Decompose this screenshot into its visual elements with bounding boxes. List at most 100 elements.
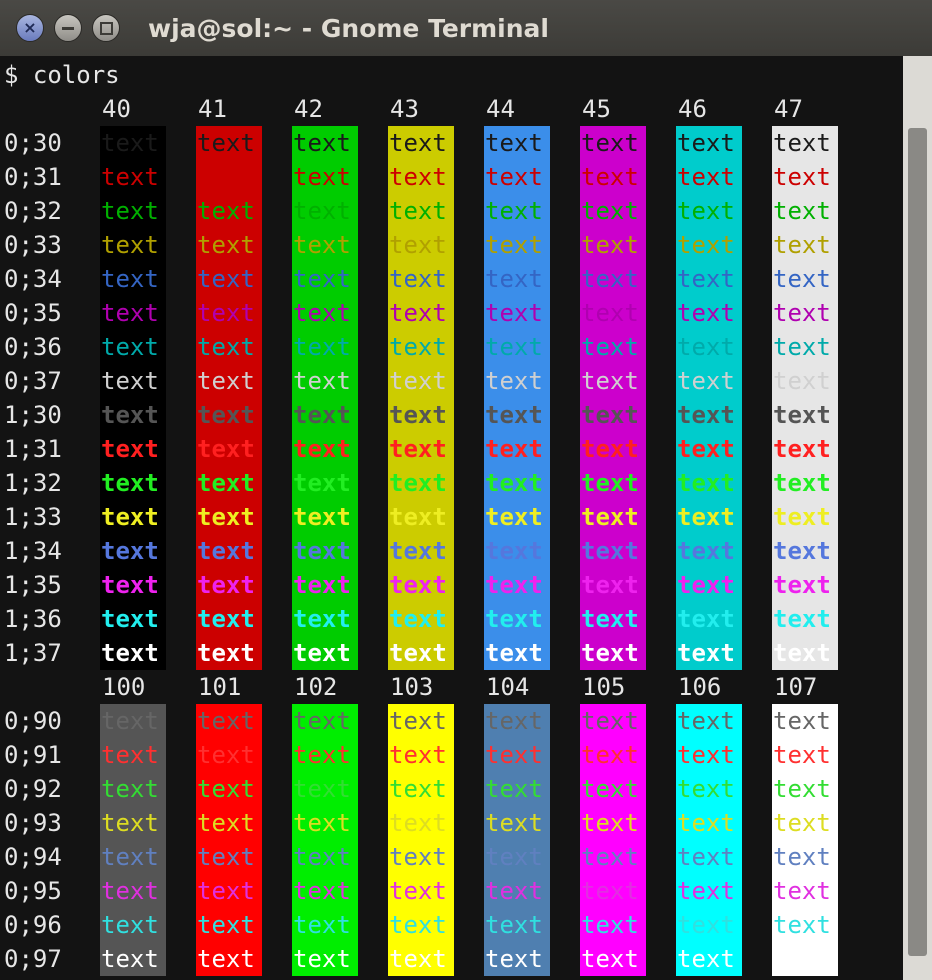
color-sample-cell: text [484, 840, 550, 874]
color-sample-cell: text [772, 738, 838, 772]
color-sample-cell: text [484, 942, 550, 976]
color-sample-cell: text [196, 874, 262, 908]
row-code-label: 0;92 [4, 775, 62, 803]
row-code-label: 1;31 [4, 435, 62, 463]
color-sample-cell: text [772, 126, 838, 160]
row-code-label: 1;30 [4, 401, 62, 429]
color-sample-cell: text [196, 942, 262, 976]
color-sample-cell: text [292, 738, 358, 772]
color-sample-cell: text [484, 738, 550, 772]
maximize-button[interactable] [92, 14, 120, 42]
color-sample-cell: text [100, 262, 166, 296]
color-sample-cell: text [484, 364, 550, 398]
color-row: 1;30 text text text text text text text text [0, 398, 903, 432]
color-sample-cell: text [676, 500, 742, 534]
color-sample-cell: text [676, 330, 742, 364]
color-sample-cell: text [388, 840, 454, 874]
column-header: 106 [678, 673, 722, 701]
color-sample-cell: text [196, 262, 262, 296]
color-sample-cell: text [388, 160, 454, 194]
color-sample-cell: text [388, 500, 454, 534]
color-sample-cell: text [196, 228, 262, 262]
color-sample-cell: text [292, 432, 358, 466]
color-sample-cell: text [676, 160, 742, 194]
color-sample-cell: text [580, 738, 646, 772]
color-sample-cell: text [196, 636, 262, 670]
color-row: 0;94 text text text text text text text text [0, 840, 903, 874]
color-sample-cell: text [676, 874, 742, 908]
color-row: 1;32 text text text text text text text text [0, 466, 903, 500]
row-code-label: 0;32 [4, 197, 62, 225]
color-sample-cell: text [676, 466, 742, 500]
color-sample-cell: text [484, 330, 550, 364]
color-sample-cell: text [388, 534, 454, 568]
color-row: 1;31 text text text text text text text text [0, 432, 903, 466]
color-sample-cell: text [388, 636, 454, 670]
minimize-button[interactable] [54, 14, 82, 42]
maximize-icon [93, 15, 119, 41]
color-sample-cell: text [100, 194, 166, 228]
column-header: 44 [486, 95, 515, 123]
color-sample-cell: text [292, 330, 358, 364]
column-header: 107 [774, 673, 818, 701]
color-sample-cell: text [292, 466, 358, 500]
color-sample-cell: text [100, 840, 166, 874]
color-sample-cell: text [580, 466, 646, 500]
close-button[interactable]: × [16, 14, 44, 42]
color-sample-cell: text [676, 602, 742, 636]
color-row: 1;34 text text text text text text text text [0, 534, 903, 568]
color-row: 0;92 text text text text text text text text [0, 772, 903, 806]
color-sample-cell: text [484, 126, 550, 160]
column-header: 102 [294, 673, 338, 701]
color-sample-cell: text [100, 398, 166, 432]
color-sample-cell: text [292, 704, 358, 738]
color-sample-cell: text [292, 364, 358, 398]
color-sample-cell: text [772, 398, 838, 432]
color-sample-cell: text [292, 296, 358, 330]
scrollbar-thumb[interactable] [908, 128, 927, 956]
color-sample-cell: text [100, 432, 166, 466]
color-sample-cell: text [196, 364, 262, 398]
column-header: 43 [390, 95, 419, 123]
column-header-row: 40 41 42 43 44 45 46 47 [0, 92, 903, 126]
color-sample-cell: text [484, 704, 550, 738]
color-sample-cell: text [388, 874, 454, 908]
close-icon: × [23, 18, 37, 37]
color-sample-cell: text [292, 636, 358, 670]
column-header: 100 [102, 673, 146, 701]
row-code-label: 0;31 [4, 163, 62, 191]
color-sample-cell: text [580, 908, 646, 942]
color-sample-cell: text [676, 126, 742, 160]
color-sample-cell: text [580, 194, 646, 228]
color-sample-cell: text [292, 534, 358, 568]
row-code-label: 0;30 [4, 129, 62, 157]
color-sample-cell: text [100, 602, 166, 636]
color-sample-cell: text [484, 602, 550, 636]
color-sample-cell: text [772, 364, 838, 398]
color-sample-cell: text [772, 160, 838, 194]
color-sample-cell: text [580, 160, 646, 194]
color-sample-cell: text [292, 874, 358, 908]
color-sample-cell: text [676, 568, 742, 602]
color-sample-cell: text [772, 908, 838, 942]
color-sample-cell: text [676, 806, 742, 840]
color-sample-cell: text [100, 568, 166, 602]
color-sample-cell: text [676, 228, 742, 262]
terminal-area[interactable]: $ colors 40 41 42 43 44 45 46 47 0;30 text text tex… [0, 56, 903, 980]
row-code-label: 0;94 [4, 843, 62, 871]
color-sample-cell: text [292, 568, 358, 602]
color-sample-cell: text [100, 704, 166, 738]
color-sample-cell: text [100, 738, 166, 772]
color-sample-cell: text [100, 534, 166, 568]
color-sample-cell: text [484, 874, 550, 908]
scrollbar-track[interactable] [903, 56, 932, 980]
color-sample-cell: text [100, 874, 166, 908]
column-header: 46 [678, 95, 707, 123]
column-header: 105 [582, 673, 626, 701]
color-sample-cell: text [580, 330, 646, 364]
color-sample-cell: text [292, 194, 358, 228]
row-code-label: 1;36 [4, 605, 62, 633]
color-sample-cell: text [772, 432, 838, 466]
title-bar: × wja@sol:~ - Gnome Terminal [0, 0, 932, 56]
color-sample-cell: text [100, 636, 166, 670]
